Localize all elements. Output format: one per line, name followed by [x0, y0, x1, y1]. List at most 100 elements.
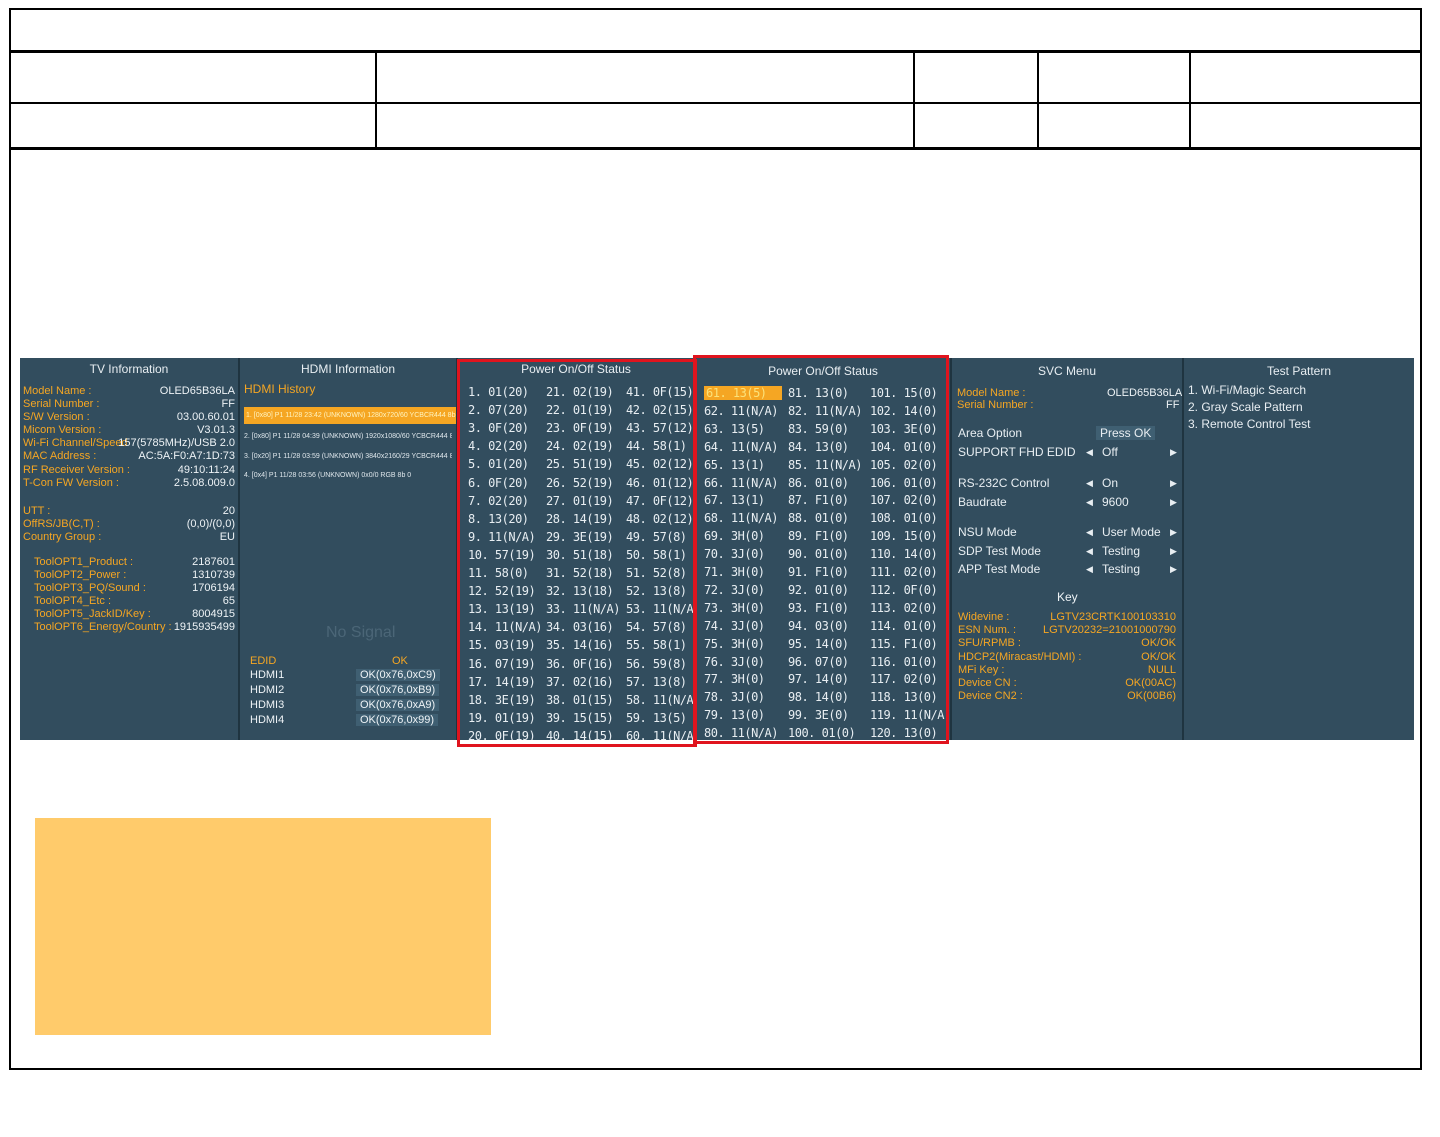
test-pattern-item: 3. Remote Control Test: [1188, 417, 1311, 431]
svc-menu-item-value: On: [1102, 476, 1119, 490]
chevron-left-icon[interactable]: ◀: [1086, 447, 1093, 458]
edid-port: HDMI2: [250, 684, 285, 696]
info-key: ToolOPT3_PQ/Sound :: [34, 582, 146, 594]
edid-port: HDMI4: [250, 714, 285, 726]
svc-menu-item-label: NSU Mode: [958, 525, 1017, 539]
info-row: ToolOPT6_Energy/Country :1915935499: [34, 621, 235, 634]
info-key: S/W Version :: [23, 411, 90, 423]
info-key: ToolOPT2_Power :: [34, 569, 127, 581]
info-row: ToolOPT1_Product : 2187601: [34, 556, 235, 569]
svc-menu-item-value: User Mode: [1102, 525, 1161, 539]
info-value: 157(5785MHz)/USB 2.0: [118, 437, 235, 449]
table-bottom-rule: [11, 147, 1420, 150]
info-key: Model Name :: [23, 385, 92, 397]
key-row: SFU/RPMB : OK/OK: [958, 637, 1176, 650]
info-row: MAC Address : AC:5A:F0:A7:1D:73: [23, 450, 235, 463]
panel-title: TV Information: [89, 362, 169, 376]
info-key: Wi-Fi Channel/Speed: [23, 437, 128, 449]
chevron-right-icon[interactable]: ▶: [1170, 527, 1177, 538]
no-signal-text: No Signal: [326, 624, 396, 641]
info-value: 49:10:11:24: [177, 464, 235, 476]
svc-menu-item-label: RS-232C Control: [958, 476, 1050, 490]
info-key: ToolOPT4_Etc :: [34, 595, 112, 607]
info-row: Country Group : EU: [23, 531, 235, 544]
info-value: (0,0)/(0,0): [186, 518, 235, 530]
info-row: RF Receiver Version : 49:10:11:24: [23, 464, 235, 477]
key-row: MFi Key : NULL: [958, 664, 1176, 677]
edid-value: OK(0x76,0xC9): [356, 669, 440, 681]
chevron-right-icon[interactable]: ▶: [1170, 564, 1177, 575]
chevron-right-icon[interactable]: ▶: [1170, 447, 1177, 458]
key-value: LGTV20232=21001000790: [1042, 624, 1176, 637]
chevron-right-icon[interactable]: ▶: [1170, 478, 1177, 489]
key-name: Device CN2 :: [958, 690, 1023, 703]
hdmi-history-entry: 1. [0x80] P1 11/28 23:42 (UNKNOWN) 1280x…: [244, 407, 456, 424]
edid-value: OK(0x76,0xB9): [356, 684, 440, 696]
edid-port: HDMI1: [250, 669, 285, 681]
key-row: Device CN : OK(00AC): [958, 677, 1176, 690]
key-row: Widevine : LGTV23CRTK100103310: [958, 611, 1176, 624]
info-key: OffRS/JB(C,T) :: [23, 518, 100, 530]
chevron-right-icon[interactable]: ▶: [1170, 546, 1177, 557]
key-name: Device CN :: [958, 677, 1017, 689]
highlight-box-power-status-2: [693, 355, 949, 744]
info-row: ToolOPT4_Etc : 65: [34, 595, 235, 608]
panel-title: Test Pattern: [1266, 364, 1332, 378]
chevron-left-icon[interactable]: ◀: [1086, 564, 1093, 575]
key-value: OK/OK: [1141, 637, 1176, 650]
key-value: NULL: [1147, 663, 1176, 676]
info-value: 2187601: [192, 556, 235, 568]
chevron-left-icon[interactable]: ◀: [1086, 497, 1093, 508]
info-key: ToolOPT1_Product :: [34, 556, 134, 568]
info-value: 1706194: [192, 582, 235, 594]
info-row: OffRS/JB(C,T) : (0,0)/(0,0): [23, 518, 235, 531]
panel-title: HDMI Information: [300, 362, 396, 376]
chevron-left-icon[interactable]: ◀: [1086, 478, 1093, 489]
svc-menu-item-value: Off: [1102, 445, 1118, 459]
info-row: T-Con FW Version : 2.5.08.009.0: [23, 477, 235, 490]
info-value: 20: [222, 505, 235, 517]
hdmi-history-entry: 4. [0x4] P1 11/28 03:56 (UNKNOWN) 0x0/0 …: [244, 472, 412, 479]
edid-value: OK(0x76,0xA9): [356, 699, 440, 711]
test-pattern-item: 2. Gray Scale Pattern: [1188, 400, 1303, 414]
info-row: S/W Version : 03.00.60.01: [23, 411, 235, 424]
info-value: FF: [221, 398, 235, 410]
hdmi-history-label: HDMI History: [244, 382, 316, 396]
key-name: SFU/RPMB :: [958, 637, 1021, 650]
info-key: MAC Address :: [23, 450, 97, 462]
key-name: MFi Key :: [958, 663, 1005, 676]
key-value: LGTV23CRTK100103310: [1050, 611, 1176, 623]
key-name: HDCP2(Miracast/HDMI) :: [958, 650, 1082, 663]
header-rule: [11, 50, 1420, 53]
hdmi-information-panel: HDMI Information HDMI History 1. [0x80] …: [240, 358, 456, 740]
chevron-right-icon[interactable]: ▶: [1170, 497, 1177, 508]
info-value: OLED65B36LA: [159, 385, 235, 397]
info-row: Serial Number : FF: [23, 398, 235, 411]
svc-serial-label: Serial Number :: [957, 399, 1034, 411]
info-row: ToolOPT3_PQ/Sound : 1706194: [34, 582, 235, 595]
info-value: 03.00.60.01: [176, 411, 235, 423]
svc-menu-item-label: SDP Test Mode: [958, 544, 1041, 558]
key-row: Device CN2 : OK(00B6): [958, 690, 1176, 703]
info-value: 1915935499: [173, 621, 235, 633]
info-key: Country Group :: [23, 531, 102, 543]
svc-menu-item-value: 9600: [1102, 495, 1129, 509]
key-value: OK(00AC): [1125, 677, 1176, 689]
info-key: ToolOPT5_JackID/Key :: [34, 608, 151, 620]
table-col-divider: [1189, 52, 1191, 148]
edid-value: OK(0x76,0x99): [356, 714, 438, 726]
edid-port: HDMI3: [250, 699, 285, 711]
chevron-left-icon[interactable]: ◀: [1086, 527, 1093, 538]
key-value: OK(00B6): [1127, 690, 1176, 703]
panel-title: SVC Menu: [1037, 364, 1097, 378]
info-value: 8004915: [192, 608, 235, 620]
svc-menu-item-label: Area Option: [958, 426, 1023, 440]
info-value: EU: [219, 531, 235, 543]
svc-menu-item-value: Press OK: [1096, 426, 1156, 440]
info-key: Micom Version :: [23, 424, 102, 436]
info-key: Serial Number :: [23, 398, 100, 410]
info-row: ToolOPT5_JackID/Key : 8004915: [34, 608, 235, 621]
info-row: Wi-Fi Channel/Speed 157(5785MHz)/USB 2.0: [23, 437, 235, 450]
table-col-divider: [913, 52, 915, 148]
chevron-left-icon[interactable]: ◀: [1086, 546, 1093, 557]
